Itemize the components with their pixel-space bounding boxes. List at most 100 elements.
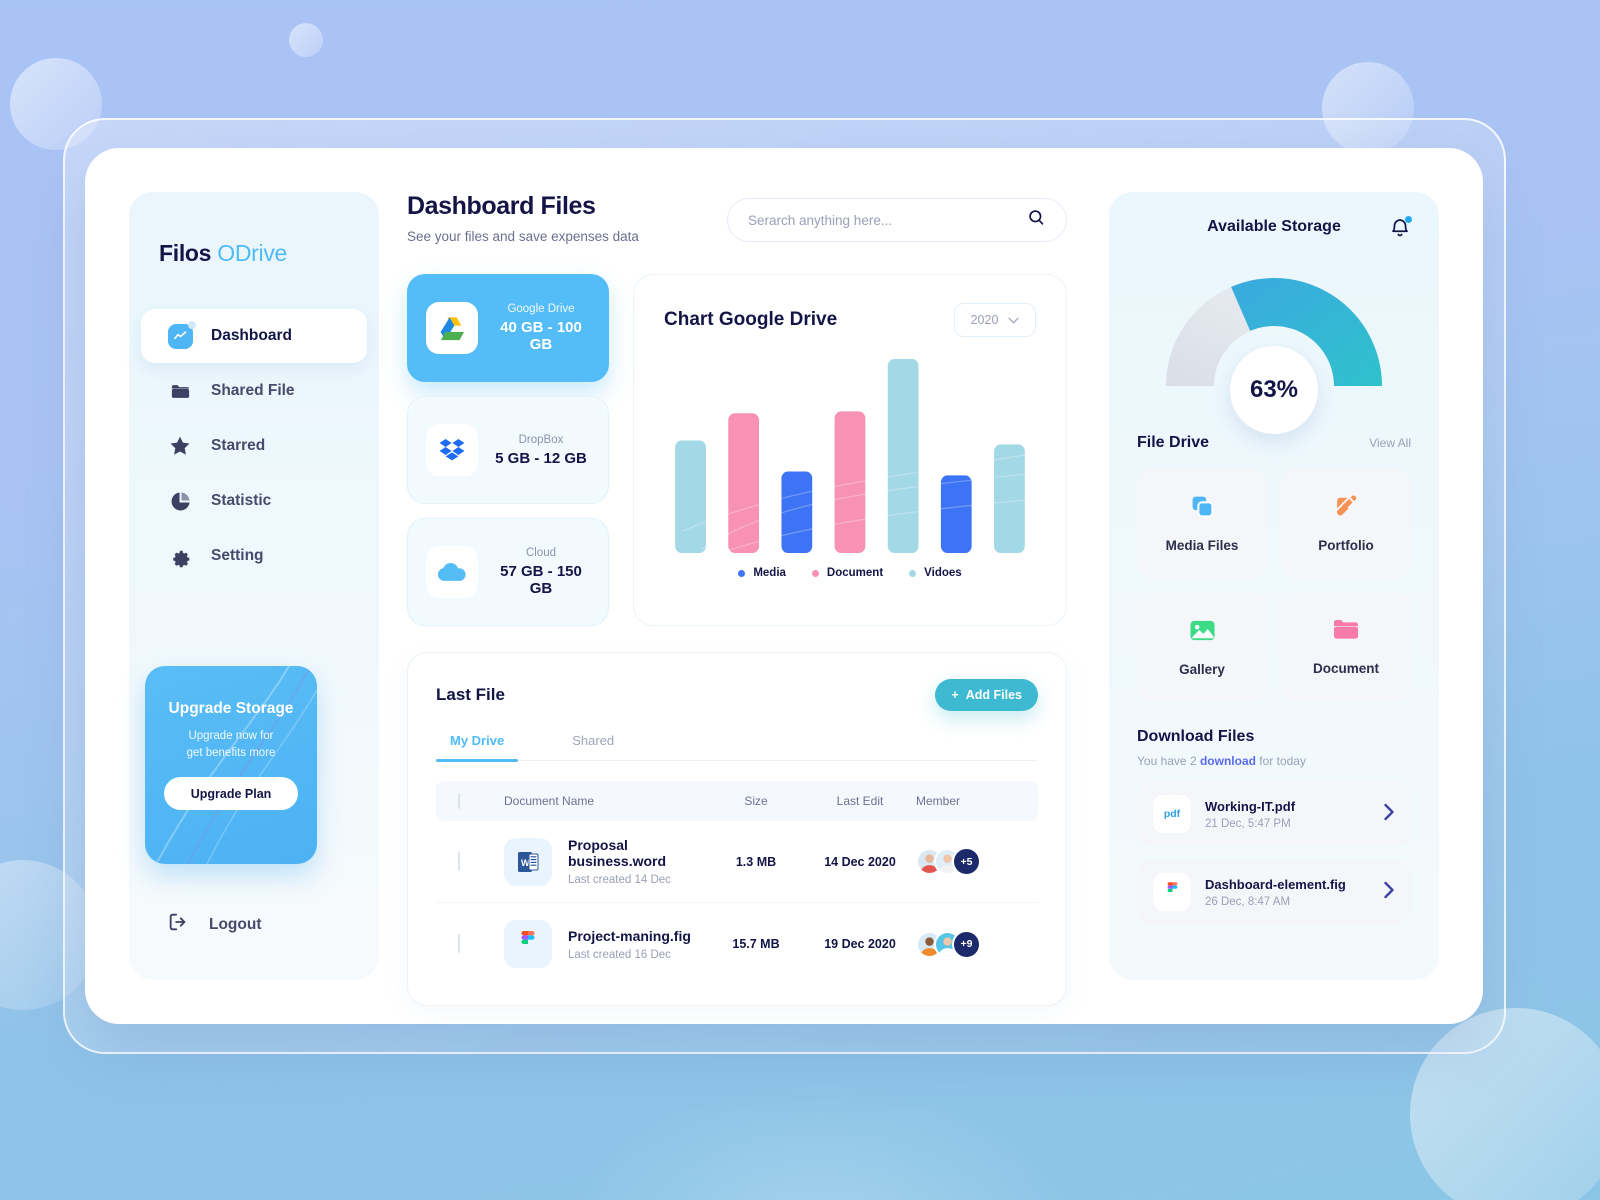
member-avatars[interactable]: +9 [916,929,1016,959]
sidebar-item-dashboard[interactable]: Dashboard [141,309,367,363]
sidebar-item-setting[interactable]: Setting [141,529,367,583]
download-file-name: Working-IT.pdf [1205,798,1296,814]
add-files-label: Add Files [965,688,1022,702]
file-last-edit: 14 Dec 2020 [824,854,896,869]
chevron-down-icon [1008,313,1019,327]
download-files-subtitle: You have 2 download for today [1137,754,1411,768]
tile-portfolio[interactable]: Portfolio [1281,468,1411,578]
logout-label: Logout [209,915,262,933]
download-item-fig[interactable]: Dashboard-element.fig 26 Dec, 8:47 AM [1137,860,1411,924]
tile-label: Portfolio [1318,537,1374,553]
pdf-file-icon: pdf [1153,795,1191,833]
bar-chart [664,353,1036,553]
file-subtitle: Last created 16 Dec [568,948,671,961]
select-all-checkbox[interactable] [458,793,460,809]
legend-item-media: Media [738,567,786,579]
download-sub-pre: You have 2 [1137,754,1200,768]
page-title: Dashboard Files [407,192,596,220]
sidebar: Filos ODrive Dashboard Shared File Starr… [129,192,379,980]
legend-color-swatch [811,569,819,577]
files-table: Document Name Size Last Edit Member W Pr… [436,781,1038,985]
sidebar-item-shared-file[interactable]: Shared File [141,364,367,418]
drive-name: DropBox [518,433,564,446]
dashboard-chart-icon [167,320,196,349]
file-drive-tiles: Media Files Portfolio Gallery Document [1137,468,1411,702]
year-select-value: 2020 [970,313,999,327]
avatar-more-count: +5 [952,847,981,876]
sidebar-item-label: Starred [211,437,266,454]
row-checkbox[interactable] [458,934,460,953]
pdf-badge-label: pdf [1163,808,1181,820]
search-box[interactable] [727,198,1067,242]
brand-accent: ODrive [217,240,288,266]
chart-title: Chart Google Drive [664,309,838,330]
download-item-pdf[interactable]: pdf Working-IT.pdf 21 Dec, 5:47 PM [1137,782,1411,846]
drive-name: Cloud [525,547,557,559]
search-input[interactable] [748,212,1027,228]
folder-icon [1333,618,1359,647]
table-row[interactable]: Project-maning.fig Last created 16 Dec 1… [436,903,1038,985]
column-member: Member [916,794,961,808]
drive-size: 5 GB - 12 GB [495,449,587,467]
sidebar-item-statistic[interactable]: Statistic [141,474,367,528]
file-name: Proposal business.word [568,837,667,869]
legend-item-vidoes: Vidoes [909,567,962,579]
drive-card-dropbox[interactable]: DropBox 5 GB - 12 GB [407,396,609,504]
download-link[interactable]: download [1200,754,1256,768]
tab-my-drive[interactable]: My Drive [436,733,519,762]
tile-media-files[interactable]: Media Files [1137,468,1267,578]
chevron-right-icon[interactable] [1383,881,1395,904]
gauge-center: 63% [1230,346,1318,434]
drive-card-google-drive[interactable]: Google Drive 40 GB - 100 GB [407,274,609,382]
tile-label: Gallery [1179,661,1225,677]
folder-icon [167,378,193,404]
star-icon [167,433,193,459]
last-file-card: Last File + Add Files My Drive Shared Do… [407,652,1067,1006]
download-sub-post: for today [1255,754,1306,768]
upgrade-title: Upgrade Storage [168,700,294,717]
drive-card-cloud[interactable]: Cloud 57 GB - 150 GB [407,518,609,626]
legend-color-swatch [909,569,917,577]
tile-label: Document [1312,661,1379,676]
right-panel: Available Storage 63% File Drive View Al… [1109,192,1439,980]
brand-logo: Filos ODrive [129,240,379,267]
add-files-button[interactable]: + Add Files [935,679,1038,711]
notification-bell-icon[interactable] [1389,216,1412,245]
download-file-name: Dashboard-element.fig [1205,876,1346,892]
available-storage-title: Available Storage [1207,218,1341,235]
pie-chart-icon [167,488,193,514]
search-icon[interactable] [1027,208,1046,232]
download-file-time: 21 Dec, 5:47 PM [1205,817,1291,830]
file-name: Project-maning.fig [568,927,691,944]
sidebar-item-starred[interactable]: Starred [141,419,367,473]
background-glow [560,1080,1080,1200]
tile-label: Media Files [1165,537,1239,553]
tile-gallery[interactable]: Gallery [1137,592,1267,702]
year-select[interactable]: 2020 [954,303,1036,337]
main-content: Dashboard Files See your files and save … [379,192,1087,1006]
google-drive-icon [426,302,478,354]
word-file-icon: W [504,837,552,886]
row-checkbox[interactable] [458,851,460,871]
file-last-edit: 19 Dec 2020 [824,937,896,951]
tile-document[interactable]: Document [1281,592,1411,702]
member-avatars[interactable]: +5 [916,847,1016,876]
page-subtitle: See your files and save expenses data [407,229,639,244]
logout-button[interactable]: Logout [167,911,262,938]
legend-color-swatch [738,569,746,577]
layers-copy-icon [1190,494,1215,524]
chevron-right-icon[interactable] [1383,803,1395,826]
storage-percent: 63% [1249,376,1299,403]
brand-name: Filos [159,240,212,266]
drive-size: 40 GB - 100 GB [500,319,582,353]
download-file-time: 26 Dec, 8:47 AM [1205,895,1291,908]
table-row[interactable]: W Proposal business.word Last created 14… [436,821,1038,903]
avatar-more-count: +9 [952,929,981,959]
view-all-link[interactable]: View All [1369,436,1411,450]
drives-and-chart: Google Drive 40 GB - 100 GB DropBox 5 GB… [407,274,1067,626]
chart-legend: Media Document Vidoes [664,567,1036,579]
column-last-edit: Last Edit [836,794,884,808]
upgrade-plan-button[interactable]: Upgrade Plan [164,777,298,811]
tab-shared[interactable]: Shared [558,733,628,760]
chart-card: Chart Google Drive 2020 Media Document V… [633,274,1067,626]
